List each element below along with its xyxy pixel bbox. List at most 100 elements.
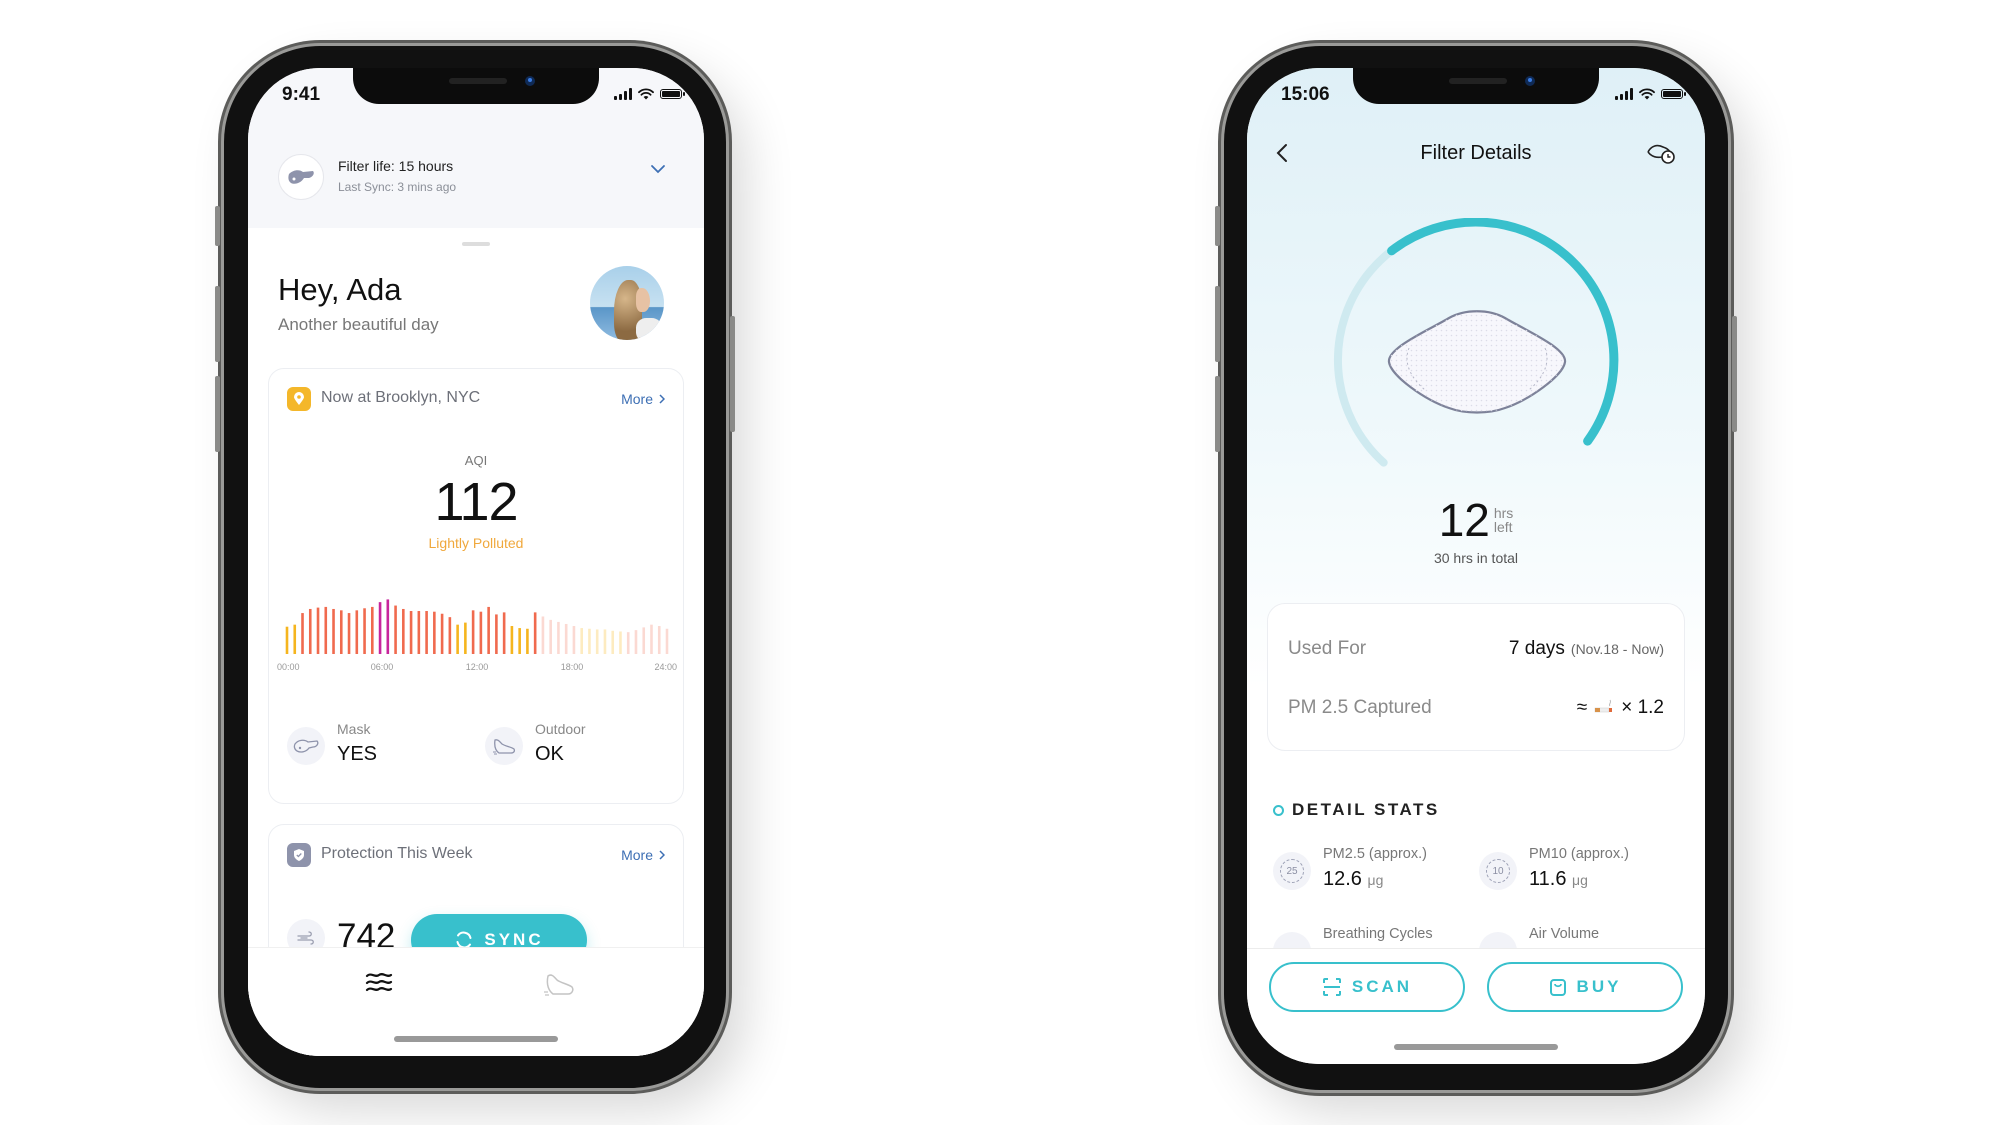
used-for-label: Used For xyxy=(1288,638,1367,659)
location-more-link[interactable]: More xyxy=(621,391,665,407)
aqi-bar xyxy=(634,630,638,654)
section-dot-icon xyxy=(1273,804,1284,816)
aqi-bar xyxy=(371,606,374,654)
aqi-bar xyxy=(386,599,390,654)
aqi-bar xyxy=(363,608,366,654)
aqi-bar xyxy=(533,612,537,654)
cigarette-icon xyxy=(1594,699,1613,713)
left-phone-frame: 9:41 Filter life: 15 hours Last Sync: 3 … xyxy=(215,46,735,1088)
notch xyxy=(353,68,599,104)
aqi-bar xyxy=(339,610,343,654)
outdoor-label: Outdoor xyxy=(535,721,586,737)
aqi-bar xyxy=(564,623,568,654)
aqi-bar xyxy=(642,627,646,654)
protection-title: Protection This Week xyxy=(321,845,473,862)
aqi-bar xyxy=(301,613,304,654)
aqi-bar xyxy=(541,616,545,654)
aqi-bar xyxy=(440,613,444,654)
aqi-value: 112 xyxy=(434,472,518,532)
pm-captured-label: PM 2.5 Captured xyxy=(1288,697,1432,718)
left-screen: 9:41 Filter life: 15 hours Last Sync: 3 … xyxy=(248,68,704,1056)
volume-up-button xyxy=(215,286,220,362)
location-pin-icon xyxy=(287,387,311,411)
aqi-bar xyxy=(394,605,397,654)
tab-outdoor[interactable] xyxy=(542,970,582,1004)
aqi-bar xyxy=(285,626,289,654)
nav-bar: Filter Details xyxy=(1247,134,1705,174)
aqi-bar xyxy=(611,630,615,654)
home-indicator[interactable] xyxy=(394,1036,558,1042)
aqi-bar xyxy=(665,628,669,654)
signal-icon xyxy=(1615,88,1633,100)
x-tick-label: 18:00 xyxy=(561,662,584,672)
filter-life-banner[interactable]: Filter life: 15 hours Last Sync: 3 mins … xyxy=(278,154,674,214)
aqi-bar xyxy=(595,629,599,654)
aqi-bar xyxy=(378,602,382,654)
total-hours: 30 hrs in total xyxy=(1433,550,1519,566)
detail-stats-heading: DETAIL STATS xyxy=(1273,800,1440,820)
aqi-bar xyxy=(425,611,428,654)
outdoor-value: OK xyxy=(535,743,564,765)
usage-card: Used For 7 days (Nov.18 - Now) PM 2.5 Cap… xyxy=(1267,603,1685,751)
filter-life-gauge xyxy=(1333,218,1619,467)
aqi-bar xyxy=(324,606,328,654)
signal-icon xyxy=(614,88,632,100)
right-screen: 15:06 Filter Details 12 hrs left 30 hrs … xyxy=(1247,68,1705,1064)
aqi-bar xyxy=(557,621,560,654)
used-for-value: 7 days xyxy=(1508,638,1565,659)
shopping-bag-icon xyxy=(1549,979,1566,996)
aqi-bar-chart: 00:00 06:00 12:00 18:00 24:00 xyxy=(277,599,677,672)
silent-switch xyxy=(1215,206,1220,246)
aqi-bar xyxy=(526,628,529,654)
aqi-bar xyxy=(572,626,576,654)
aqi-bar xyxy=(417,611,421,654)
right-phone-frame: 15:06 Filter Details 12 hrs left 30 hrs … xyxy=(1215,46,1737,1090)
wifi-icon xyxy=(638,88,654,100)
mask-history-icon[interactable] xyxy=(1645,140,1677,166)
pm10-unit: μg xyxy=(1572,872,1588,888)
aqi-bar xyxy=(510,626,514,654)
page-title: Filter Details xyxy=(1420,142,1532,164)
scan-button[interactable]: SCAN xyxy=(1269,962,1465,1012)
aqi-bar xyxy=(603,629,607,654)
hours-left: 12 hrs left xyxy=(1247,493,1705,547)
home-indicator[interactable] xyxy=(1394,1044,1558,1050)
aqi-bar xyxy=(479,611,483,654)
air-waves-icon xyxy=(365,973,393,992)
silent-switch xyxy=(215,206,220,246)
battery-icon xyxy=(1661,89,1686,99)
pm-captured-row: PM 2.5 Captured ≈ × 1.2 xyxy=(1288,697,1664,727)
buy-button[interactable]: BUY xyxy=(1487,962,1683,1012)
sheet-grabber[interactable] xyxy=(462,242,490,246)
notch xyxy=(1353,68,1599,104)
power-button xyxy=(730,316,735,432)
more-label: More xyxy=(621,847,653,863)
aqi-bar xyxy=(549,619,552,654)
mask-icon xyxy=(287,727,325,765)
pm10-icon-text: 10 xyxy=(1486,859,1510,883)
detail-stats-title: DETAIL STATS xyxy=(1292,800,1440,819)
scan-label: SCAN xyxy=(1351,977,1413,996)
aqi-bar xyxy=(402,608,405,654)
aqi-bar xyxy=(409,611,413,654)
home-sheet: Hey, Ada Another beautiful day Now at Br… xyxy=(248,228,704,1056)
buy-label: BUY xyxy=(1576,977,1622,996)
power-button xyxy=(1732,316,1737,432)
pm25-label: PM2.5 (approx.) xyxy=(1323,846,1427,862)
aqi-label: AQI xyxy=(464,453,488,468)
aqi-bar xyxy=(448,617,452,654)
breathing-cycles-label: Breathing Cycles xyxy=(1323,926,1433,942)
shield-icon xyxy=(287,843,311,867)
user-avatar[interactable] xyxy=(590,266,664,340)
more-label: More xyxy=(621,391,653,407)
aqi-bar xyxy=(502,612,506,654)
tab-air[interactable] xyxy=(364,970,404,1004)
chevron-down-icon[interactable] xyxy=(650,164,666,174)
greeting-title: Hey, Ada xyxy=(278,272,402,307)
pm10-icon: 10 xyxy=(1479,852,1517,890)
aqi-bar xyxy=(456,624,459,654)
protection-more-link[interactable]: More xyxy=(621,847,665,863)
mask-label: Mask xyxy=(337,721,371,737)
aqi-bar xyxy=(293,624,297,654)
aqi-bar xyxy=(650,624,653,654)
